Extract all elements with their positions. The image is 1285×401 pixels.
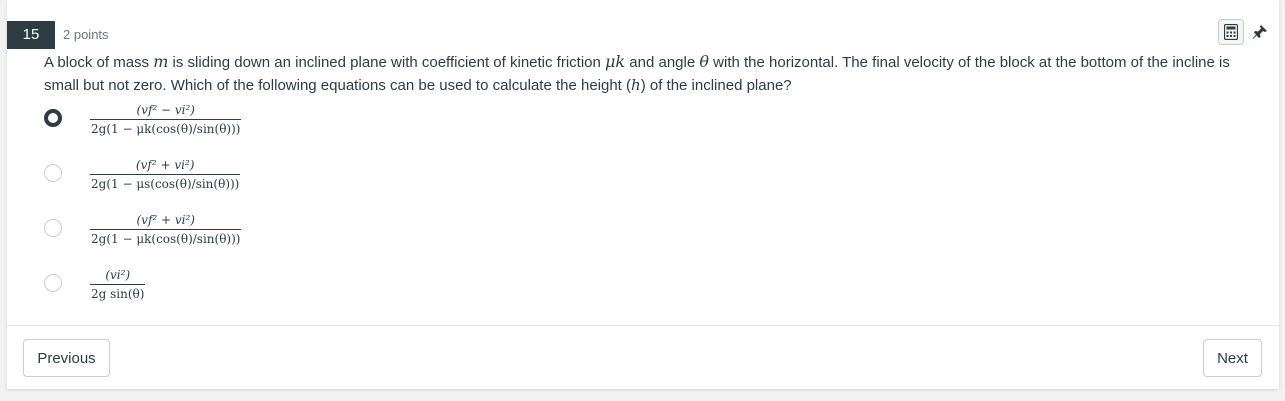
calculator-button[interactable] bbox=[1218, 19, 1244, 45]
formula-denominator: 2g(1 − μs(cos(θ)/sin(θ))) bbox=[90, 174, 241, 193]
choice-formula: (vf² − vi²) 2g(1 − μk(cos(θ)/sin(θ))) bbox=[90, 101, 242, 138]
question-text-part5: ) of the inclined plane? bbox=[640, 77, 792, 94]
radio-button[interactable] bbox=[44, 274, 62, 292]
pin-button[interactable] bbox=[1250, 21, 1270, 43]
height-symbol: h bbox=[631, 76, 641, 94]
question-points: 2 points bbox=[63, 27, 109, 42]
pin-icon bbox=[1252, 25, 1267, 39]
answer-choice[interactable]: (vf² + vi²) 2g(1 − μs(cos(θ)/sin(θ))) bbox=[44, 156, 444, 200]
mass-symbol: m bbox=[153, 52, 169, 71]
question-text-part1: A block of mass bbox=[44, 54, 154, 71]
answer-choice[interactable]: (vi²) 2g sin(θ) bbox=[44, 266, 444, 310]
formula-numerator: (vi²) bbox=[105, 268, 131, 282]
choice-formula: (vf² + vi²) 2g(1 − μs(cos(θ)/sin(θ))) bbox=[90, 156, 241, 193]
formula-denominator: 2g(1 − μk(cos(θ)/sin(θ))) bbox=[90, 119, 242, 138]
friction-symbol: μk bbox=[605, 52, 626, 71]
choice-formula: (vi²) 2g sin(θ) bbox=[90, 266, 146, 303]
angle-symbol: θ bbox=[699, 52, 709, 71]
answer-choice[interactable]: (vf² + vi²) 2g(1 − μk(cos(θ)/sin(θ))) bbox=[44, 211, 444, 255]
choice-formula: (vf² + vi²) 2g(1 − μk(cos(θ)/sin(θ))) bbox=[90, 211, 242, 248]
question-text: A block of mass m is sliding down an inc… bbox=[44, 50, 1244, 97]
next-button[interactable]: Next bbox=[1203, 339, 1262, 377]
question-card: 15 2 points A block of mass m is sliding… bbox=[7, 0, 1279, 389]
previous-button[interactable]: Previous bbox=[23, 339, 110, 377]
radio-button[interactable] bbox=[44, 164, 62, 182]
footer-divider bbox=[7, 325, 1279, 326]
formula-numerator: (vf² − vi²) bbox=[136, 103, 195, 117]
radio-button-selected[interactable] bbox=[44, 109, 62, 127]
formula-denominator: 2g(1 − μk(cos(θ)/sin(θ))) bbox=[90, 229, 242, 248]
formula-numerator: (vf² + vi²) bbox=[136, 213, 195, 227]
radio-button[interactable] bbox=[44, 219, 62, 237]
question-text-part2: is sliding down an inclined plane with c… bbox=[168, 54, 606, 71]
question-number: 15 bbox=[7, 21, 55, 49]
calculator-icon bbox=[1224, 24, 1238, 40]
formula-numerator: (vf² + vi²) bbox=[135, 158, 195, 172]
formula-denominator: 2g sin(θ) bbox=[90, 284, 146, 303]
answer-choice[interactable]: (vf² − vi²) 2g(1 − μk(cos(θ)/sin(θ))) bbox=[44, 101, 444, 145]
question-text-part3: and angle bbox=[625, 54, 700, 71]
